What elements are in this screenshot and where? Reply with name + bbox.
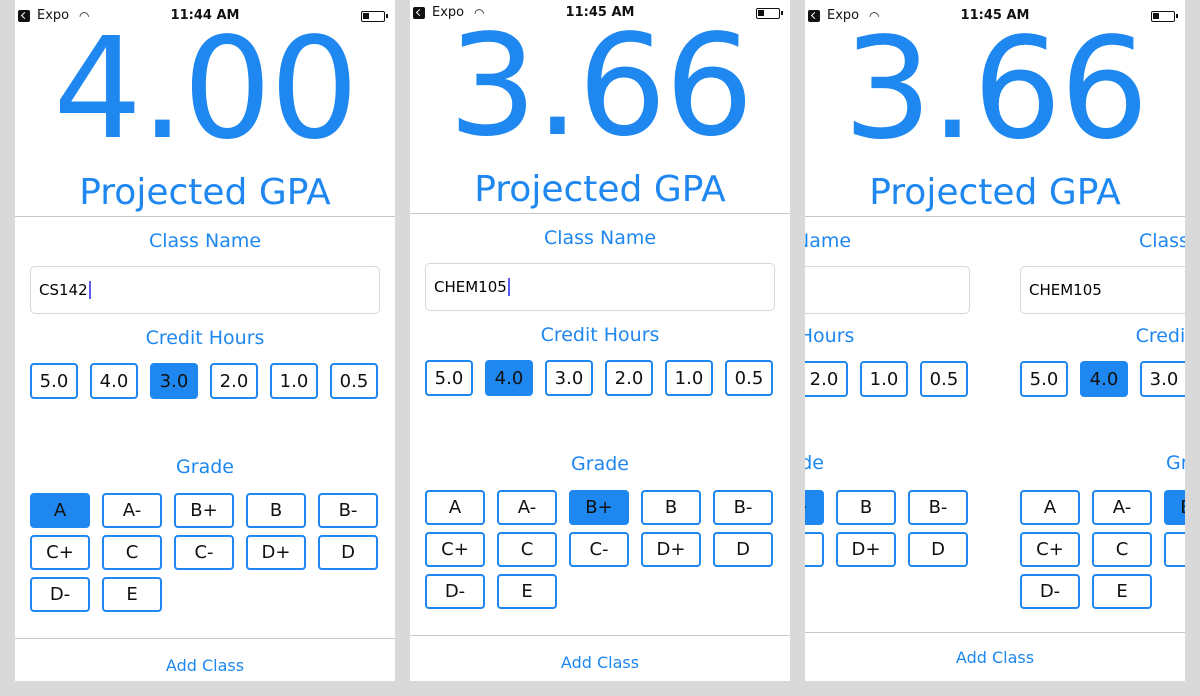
gpa-label: Projected GPA <box>474 169 726 210</box>
credit-hours-label: Credit Hours <box>1135 325 1185 347</box>
screen-3: Expo ◠ 11:45 AM 3.66 Projected GPA Class… <box>805 0 1185 681</box>
gpa-value: 4.00 <box>53 8 359 171</box>
grade-label: Grade <box>1166 452 1185 474</box>
credit-option-2-0[interactable]: 2.0 <box>210 363 258 399</box>
credit-hours-label: Credit Hours <box>805 325 855 347</box>
grade-option-c-minus[interactable]: C- <box>174 535 234 570</box>
grade-option-b[interactable]: B <box>836 490 896 525</box>
credit-option-5-0[interactable]: 5.0 <box>30 363 78 399</box>
grade-option-c-plus[interactable]: C+ <box>30 535 90 570</box>
grade-option-c-plus[interactable]: C+ <box>425 532 485 567</box>
divider <box>410 213 790 214</box>
grade-option-b[interactable]: B <box>246 493 306 528</box>
class-name-label: Class Name <box>1138 230 1185 252</box>
grade-option-c[interactable]: C <box>102 535 162 570</box>
grade-label: Grade <box>176 456 234 478</box>
class-name-value: CHEM105 <box>434 278 507 296</box>
grade-label: Grade <box>571 453 629 475</box>
class-name-input[interactable] <box>805 266 970 314</box>
credit-option-2-0[interactable]: 2.0 <box>605 360 653 396</box>
class-name-label: Class Name <box>543 227 657 249</box>
grade-option-d-minus[interactable]: D- <box>425 574 485 609</box>
grade-option-c-minus[interactable]: C- <box>1164 532 1185 567</box>
credit-option-4-0[interactable]: 4.0 <box>90 363 138 399</box>
class-name-label: Class Name <box>805 230 852 252</box>
grade-option-d[interactable]: D <box>713 532 773 567</box>
grade-option-b-minus[interactable]: B- <box>908 490 968 525</box>
credit-option-3-0[interactable]: 3.0 <box>1140 361 1185 397</box>
grade-option-b-plus[interactable]: B+ <box>174 493 234 528</box>
grade-option-d-minus[interactable]: D- <box>1020 574 1080 609</box>
grade-option-b-plus[interactable]: B+ <box>1164 490 1185 525</box>
credit-option-3-0[interactable]: 3.0 <box>545 360 593 396</box>
credit-option-2-0[interactable]: 2.0 <box>805 361 848 397</box>
grade-option-b-plus[interactable]: B+ <box>569 490 629 525</box>
grade-option-a[interactable]: A <box>425 490 485 525</box>
grade-label: Grade <box>805 452 824 474</box>
grade-option-b[interactable]: B <box>641 490 701 525</box>
grade-option-d[interactable]: D <box>908 532 968 567</box>
credit-option-0-5[interactable]: 0.5 <box>330 363 378 399</box>
text-cursor <box>507 278 510 296</box>
screen-1: Expo ◠ 11:44 AM 4.00 Projected GPA Class… <box>15 0 395 681</box>
grade-option-c-plus[interactable]: C+ <box>1020 532 1080 567</box>
class-name-value: CS142 <box>39 281 88 299</box>
grade-option-c-minus[interactable]: C- <box>805 532 824 567</box>
grade-option-d-plus[interactable]: D+ <box>641 532 701 567</box>
grade-option-b-minus[interactable]: B- <box>713 490 773 525</box>
footer-divider <box>410 635 790 636</box>
grade-option-d-plus[interactable]: D+ <box>836 532 896 567</box>
grade-option-a-minus[interactable]: A- <box>1092 490 1152 525</box>
screen-2: Expo ◠ 11:45 AM 3.66 Projected GPA Class… <box>410 0 790 681</box>
class-name-label: Class Name <box>148 230 262 252</box>
divider <box>15 216 395 217</box>
grade-option-c[interactable]: C <box>497 532 557 567</box>
add-class-button[interactable]: Add Class <box>410 653 790 672</box>
grade-option-d-plus[interactable]: D+ <box>246 535 306 570</box>
add-class-button[interactable]: Add Class <box>805 648 1185 667</box>
class-name-value: CHEM105 <box>1029 281 1102 299</box>
credit-option-3-0[interactable]: 3.0 <box>150 363 198 399</box>
text-cursor <box>88 281 91 299</box>
credit-option-5-0[interactable]: 5.0 <box>1020 361 1068 397</box>
grade-option-a-minus[interactable]: A- <box>497 490 557 525</box>
credit-option-0-5[interactable]: 0.5 <box>725 360 773 396</box>
class-name-input[interactable]: CHEM105 <box>1020 266 1185 314</box>
grade-option-a-minus[interactable]: A- <box>102 493 162 528</box>
grade-option-d[interactable]: D <box>318 535 378 570</box>
grade-option-b-minus[interactable]: B- <box>318 493 378 528</box>
gpa-label: Projected GPA <box>79 172 331 213</box>
grade-option-e[interactable]: E <box>1092 574 1152 609</box>
footer-divider <box>15 638 395 639</box>
credit-option-1-0[interactable]: 1.0 <box>860 361 908 397</box>
credit-hours-label: Credit Hours <box>145 327 265 349</box>
grade-option-e[interactable]: E <box>497 574 557 609</box>
grade-option-b-plus[interactable]: B+ <box>805 490 824 525</box>
credit-option-4-0[interactable]: 4.0 <box>1080 361 1128 397</box>
previous-class-page: Class Name Credit Hours 5.04.03.02.01.00… <box>805 0 985 681</box>
credit-option-1-0[interactable]: 1.0 <box>270 363 318 399</box>
gpa-value: 3.66 <box>448 5 754 168</box>
footer-divider <box>805 632 1185 633</box>
class-name-input[interactable]: CHEM105 <box>425 263 775 311</box>
grade-option-a[interactable]: A <box>1020 490 1080 525</box>
add-class-button[interactable]: Add Class <box>15 656 395 675</box>
credit-option-0-5[interactable]: 0.5 <box>920 361 968 397</box>
current-class-page: Class Name CHEM105 Credit Hours 5.0 4.0 3.… <box>1005 0 1185 681</box>
credit-option-5-0[interactable]: 5.0 <box>425 360 473 396</box>
grade-option-c-minus[interactable]: C- <box>569 532 629 567</box>
grade-option-c[interactable]: C <box>1092 532 1152 567</box>
grade-option-e[interactable]: E <box>102 577 162 612</box>
class-name-input[interactable]: CS142 <box>30 266 380 314</box>
grade-option-d-minus[interactable]: D- <box>30 577 90 612</box>
credit-option-1-0[interactable]: 1.0 <box>665 360 713 396</box>
credit-option-4-0[interactable]: 4.0 <box>485 360 533 396</box>
grade-option-a[interactable]: A <box>30 493 90 528</box>
credit-hours-label: Credit Hours <box>540 324 660 346</box>
